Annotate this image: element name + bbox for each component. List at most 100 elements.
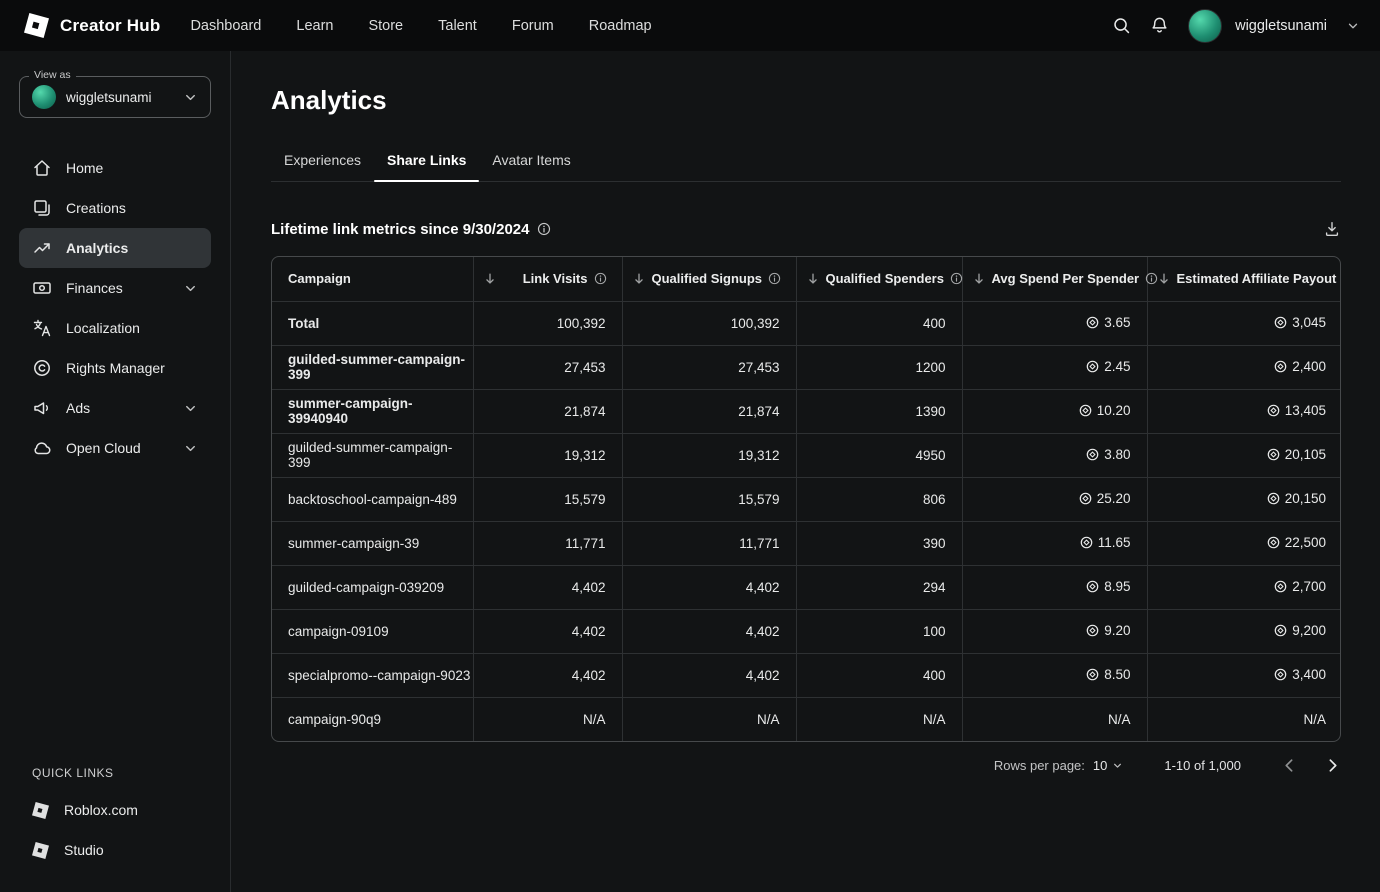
- table-row[interactable]: guilded-summer-campaign-39927,45327,4531…: [272, 345, 1341, 389]
- qualified-spenders-cell: 806: [796, 477, 962, 521]
- quick-link-label: Roblox.com: [64, 802, 138, 818]
- topnav-item-talent[interactable]: Talent: [438, 18, 477, 34]
- column-header-qualified-spenders[interactable]: Qualified Spenders: [796, 257, 962, 301]
- table-row[interactable]: specialpromo--campaign-90234,4024,402400…: [272, 653, 1341, 697]
- table-row[interactable]: summer-campaign-3911,77111,77139011.6522…: [272, 521, 1341, 565]
- next-page-icon[interactable]: [1324, 757, 1341, 774]
- view-as-value: wiggletsunami: [66, 90, 173, 105]
- table-row[interactable]: guilded-campaign-0392094,4024,4022948.95…: [272, 565, 1341, 609]
- sidebar-item-finances[interactable]: Finances: [19, 268, 211, 308]
- previous-page-icon[interactable]: [1281, 757, 1298, 774]
- table-row[interactable]: Total100,392100,3924003.653,045: [272, 301, 1341, 345]
- download-icon[interactable]: [1323, 220, 1341, 238]
- estimated-affiliate-payout-cell: 13,405: [1147, 389, 1341, 433]
- sort-descending-icon[interactable]: [972, 272, 986, 286]
- estimated-affiliate-payout-cell: 20,150: [1147, 477, 1341, 521]
- chevron-down-icon: [183, 90, 198, 105]
- username[interactable]: wiggletsunami: [1235, 18, 1327, 34]
- sidebar: View as wiggletsunami Home CreationsAnaly…: [0, 51, 231, 892]
- robux-icon: [1086, 668, 1099, 681]
- qualified-signups-cell: N/A: [622, 697, 796, 741]
- link-visits-cell: 11,771: [473, 521, 622, 565]
- sidebar-item-ads[interactable]: Ads: [19, 388, 211, 428]
- column-header-campaign[interactable]: Campaign: [272, 257, 473, 301]
- link-visits-cell: 15,579: [473, 477, 622, 521]
- chevron-down-icon: [183, 441, 198, 456]
- table-row[interactable]: campaign-90q9N/AN/AN/AN/AN/A: [272, 697, 1341, 741]
- robux-icon: [1267, 448, 1280, 461]
- search-icon[interactable]: [1112, 16, 1131, 35]
- column-header-estimated-affiliate-payout[interactable]: Estimated Affiliate Payout: [1147, 257, 1341, 301]
- roblox-logo-icon: [32, 842, 49, 859]
- sort-descending-icon[interactable]: [1157, 272, 1171, 286]
- sort-descending-icon[interactable]: [483, 272, 497, 286]
- topnav-item-store[interactable]: Store: [368, 18, 403, 34]
- topbar-right: wiggletsunami: [1112, 9, 1360, 43]
- topnav-links: Dashboard Learn Store Talent Forum Roadmap: [190, 18, 651, 34]
- robux-icon: [1086, 360, 1099, 373]
- link-visits-cell: 27,453: [473, 345, 622, 389]
- estimated-affiliate-payout-cell: 2,700: [1147, 565, 1341, 609]
- topnav-item-forum[interactable]: Forum: [512, 18, 554, 34]
- column-header-avg-spend-per-spender[interactable]: Avg Spend Per Spender: [962, 257, 1147, 301]
- table-row[interactable]: backtoschool-campaign-48915,57915,579806…: [272, 477, 1341, 521]
- robux-icon: [1267, 404, 1280, 417]
- tab-experiences[interactable]: Experiences: [271, 140, 374, 181]
- sidebar-item-label: Home: [66, 160, 103, 176]
- brand-title: Creator Hub: [60, 16, 160, 36]
- qualified-signups-cell: 27,453: [622, 345, 796, 389]
- robux-icon: [1086, 580, 1099, 593]
- robux-icon: [1267, 536, 1280, 549]
- sidebar-item-analytics[interactable]: Analytics: [19, 228, 211, 268]
- sidebar-item-label: Finances: [66, 280, 123, 296]
- section-title: Lifetime link metrics since 9/30/2024: [271, 221, 529, 238]
- topnav-item-learn[interactable]: Learn: [296, 18, 333, 34]
- avg-spend-per-spender-cell: 8.95: [962, 565, 1147, 609]
- brand[interactable]: Creator Hub: [24, 13, 160, 38]
- chevron-down-icon[interactable]: [1346, 19, 1360, 33]
- qualified-spenders-cell: 100: [796, 609, 962, 653]
- sort-descending-icon[interactable]: [806, 272, 820, 286]
- qualified-spenders-cell: 390: [796, 521, 962, 565]
- sidebar-item-rights-manager[interactable]: Rights Manager: [19, 348, 211, 388]
- campaign-cell: campaign-90q9: [272, 697, 473, 741]
- qualified-signups-cell: 4,402: [622, 653, 796, 697]
- qualified-spenders-cell: 400: [796, 301, 962, 345]
- table-row[interactable]: summer-campaign-3994094021,87421,8741390…: [272, 389, 1341, 433]
- open-cloud-icon: [32, 438, 52, 458]
- info-icon[interactable]: [537, 222, 551, 236]
- view-as-label: View as: [29, 69, 76, 81]
- view-as-select[interactable]: View as wiggletsunami: [19, 76, 211, 118]
- topnav-item-dashboard[interactable]: Dashboard: [190, 18, 261, 34]
- ads-icon: [32, 398, 52, 418]
- quick-links-list: Roblox.com Studio: [32, 790, 198, 870]
- notifications-bell-icon[interactable]: [1150, 16, 1169, 35]
- link-visits-cell: 21,874: [473, 389, 622, 433]
- tab-avatar-items[interactable]: Avatar Items: [479, 140, 583, 181]
- quick-link-roblox-com[interactable]: Roblox.com: [32, 790, 198, 830]
- tab-share-links[interactable]: Share Links: [374, 140, 479, 181]
- column-header-link-visits[interactable]: Link Visits: [473, 257, 622, 301]
- link-visits-cell: 4,402: [473, 565, 622, 609]
- qualified-spenders-cell: 294: [796, 565, 962, 609]
- rows-per-page-select[interactable]: 10: [1093, 758, 1124, 773]
- sidebar-item-home[interactable]: Home: [19, 148, 211, 188]
- topnav-item-roadmap[interactable]: Roadmap: [589, 18, 652, 34]
- info-icon[interactable]: [594, 272, 607, 285]
- table-header-row: Campaign Link Visits Qualified Signups: [272, 257, 1341, 301]
- estimated-affiliate-payout-cell: 22,500: [1147, 521, 1341, 565]
- user-avatar[interactable]: [1188, 9, 1222, 43]
- info-icon[interactable]: [950, 272, 963, 285]
- avg-spend-per-spender-cell: 3.80: [962, 433, 1147, 477]
- tabs: ExperiencesShare LinksAvatar Items: [271, 140, 1341, 182]
- table-row[interactable]: campaign-091094,4024,4021009.209,200: [272, 609, 1341, 653]
- sidebar-item-localization[interactable]: Localization: [19, 308, 211, 348]
- quick-link-studio[interactable]: Studio: [32, 830, 198, 870]
- sidebar-item-creations[interactable]: Creations: [19, 188, 211, 228]
- rows-per-page: Rows per page: 10: [994, 758, 1125, 773]
- table-row[interactable]: guilded-summer-campaign-39919,31219,3124…: [272, 433, 1341, 477]
- info-icon[interactable]: [768, 272, 781, 285]
- sort-descending-icon[interactable]: [632, 272, 646, 286]
- sidebar-item-open-cloud[interactable]: Open Cloud: [19, 428, 211, 468]
- column-header-qualified-signups[interactable]: Qualified Signups: [622, 257, 796, 301]
